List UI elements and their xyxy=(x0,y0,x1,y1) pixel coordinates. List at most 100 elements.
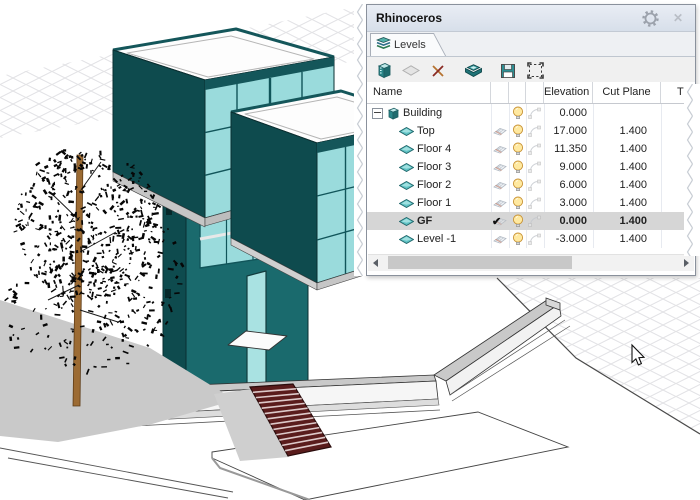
level-row[interactable]: Floor 3 ✔ 9.000 1.400 xyxy=(367,158,695,176)
plan-view-icon xyxy=(493,144,507,155)
header-visibility[interactable] xyxy=(509,82,526,103)
section-arc-icon xyxy=(528,161,542,173)
header-plan-view[interactable] xyxy=(491,82,509,103)
section-cell[interactable] xyxy=(526,104,544,122)
level-row[interactable]: Floor 1 ✔ 3.000 1.400 xyxy=(367,194,695,212)
level-name: GF xyxy=(417,212,432,230)
plan-view-cell[interactable]: ✔ xyxy=(491,176,509,194)
select-objects-button[interactable] xyxy=(525,61,545,81)
section-cell[interactable] xyxy=(526,176,544,194)
level-row[interactable]: Level -1 ✔ -3.000 1.400 xyxy=(367,230,695,248)
tab-levels-label: Levels xyxy=(394,39,426,51)
levels-rows: Building ✔ 0.000 xyxy=(367,104,695,248)
level-icon xyxy=(399,163,414,172)
plan-view-cell[interactable]: ✔ xyxy=(491,140,509,158)
header-elevation[interactable]: Elevation xyxy=(544,82,593,103)
visibility-cell[interactable] xyxy=(509,158,526,176)
visibility-cell[interactable] xyxy=(509,212,526,230)
plan-view-cell[interactable]: ✔ xyxy=(491,212,509,230)
cutplane-value[interactable]: 1.400 xyxy=(593,140,661,158)
elevation-value[interactable]: 6.000 xyxy=(544,176,593,194)
visibility-cell[interactable] xyxy=(509,140,526,158)
section-cell[interactable] xyxy=(526,140,544,158)
level-row[interactable]: Top ✔ 17.000 1.400 xyxy=(367,122,695,140)
visibility-cell[interactable] xyxy=(509,230,526,248)
panel-toolbar xyxy=(367,57,695,85)
level-icon xyxy=(399,217,414,226)
lightbulb-icon xyxy=(512,178,524,192)
selection-frame-icon xyxy=(527,62,544,79)
section-cell[interactable] xyxy=(526,212,544,230)
section-arc-icon xyxy=(528,143,542,155)
header-section[interactable] xyxy=(526,82,544,103)
level-name: Floor 1 xyxy=(417,194,451,212)
plan-view-cell[interactable]: ✔ xyxy=(491,230,509,248)
level-name: Level -1 xyxy=(417,230,456,248)
level-row[interactable]: GF ✔ 0.000 1.400 xyxy=(367,212,695,230)
level-row[interactable]: Floor 2 ✔ 6.000 1.400 xyxy=(367,176,695,194)
lightbulb-icon xyxy=(512,142,524,156)
cutplane-value[interactable]: 1.400 xyxy=(593,158,661,176)
lightbulb-icon xyxy=(512,106,524,120)
header-cut-plane[interactable]: Cut Plane xyxy=(593,82,661,103)
plan-view-cell[interactable]: ✔ xyxy=(491,194,509,212)
section-arc-icon xyxy=(528,233,542,245)
visibility-cell[interactable] xyxy=(509,194,526,212)
elevation-value[interactable]: 0.000 xyxy=(544,104,593,122)
elevation-value[interactable]: 17.000 xyxy=(544,122,593,140)
cutplane-value[interactable] xyxy=(593,104,661,122)
cutplane-value[interactable]: 1.400 xyxy=(593,194,661,212)
level-row[interactable]: Floor 4 ✔ 11.350 1.400 xyxy=(367,140,695,158)
cutplane-value[interactable]: 1.400 xyxy=(593,230,661,248)
elevation-value[interactable]: 3.000 xyxy=(544,194,593,212)
scroll-left-arrow-icon[interactable] xyxy=(373,259,378,267)
level-icon xyxy=(399,145,414,154)
level-name: Floor 3 xyxy=(417,158,451,176)
close-icon[interactable]: ✕ xyxy=(669,9,687,27)
duplicate-level-button[interactable] xyxy=(463,61,483,81)
cutplane-value[interactable]: 1.400 xyxy=(593,176,661,194)
section-cell[interactable] xyxy=(526,230,544,248)
plan-view-icon xyxy=(493,198,507,209)
section-cell[interactable] xyxy=(526,158,544,176)
level-diamond-icon xyxy=(402,65,420,76)
level-name: Top xyxy=(417,122,435,140)
scroll-right-arrow-icon[interactable] xyxy=(684,259,689,267)
tab-levels[interactable]: Levels xyxy=(370,33,431,56)
layers-icon xyxy=(376,37,391,53)
scrollbar-thumb[interactable] xyxy=(388,256,572,269)
elevation-value[interactable]: 9.000 xyxy=(544,158,593,176)
level-icon xyxy=(399,235,414,244)
section-cell[interactable] xyxy=(526,122,544,140)
building-cube-icon xyxy=(376,62,393,79)
delete-level-button[interactable] xyxy=(428,61,448,81)
plan-view-cell[interactable]: ✔ xyxy=(491,122,509,140)
levels-table: Name Elevation Cut Plane T xyxy=(367,82,695,275)
elevation-value[interactable]: 0.000 xyxy=(544,212,593,230)
level-icon xyxy=(399,181,414,190)
level-row[interactable]: Building ✔ 0.000 xyxy=(367,104,695,122)
new-level-button[interactable] xyxy=(401,61,421,81)
section-cell[interactable] xyxy=(526,194,544,212)
cutplane-value[interactable]: 1.400 xyxy=(593,212,661,230)
header-name[interactable]: Name xyxy=(367,82,491,103)
gear-icon[interactable] xyxy=(641,9,659,27)
visibility-cell[interactable] xyxy=(509,104,526,122)
torn-edge-left xyxy=(354,4,366,276)
rhinoceros-levels-panel: Rhinoceros ✕ xyxy=(366,4,696,276)
expander-icon[interactable] xyxy=(372,108,383,119)
new-building-button[interactable] xyxy=(374,61,394,81)
red-x-icon xyxy=(430,63,446,79)
visibility-cell[interactable] xyxy=(509,176,526,194)
horizontal-scrollbar[interactable] xyxy=(368,254,694,271)
elevation-value[interactable]: 11.350 xyxy=(544,140,593,158)
plan-view-cell[interactable]: ✔ xyxy=(491,104,509,122)
elevation-value[interactable]: -3.000 xyxy=(544,230,593,248)
section-arc-icon xyxy=(528,179,542,191)
visibility-cell[interactable] xyxy=(509,122,526,140)
plan-view-cell[interactable]: ✔ xyxy=(491,158,509,176)
panel-titlebar[interactable]: Rhinoceros ✕ xyxy=(367,5,695,32)
panel-tabbar: Levels xyxy=(367,32,695,57)
save-levels-button[interactable] xyxy=(498,61,518,81)
cutplane-value[interactable]: 1.400 xyxy=(593,122,661,140)
